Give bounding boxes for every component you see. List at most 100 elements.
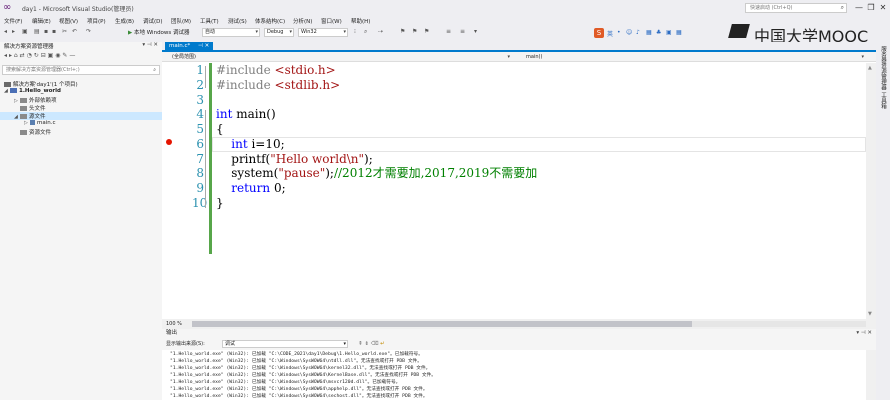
- start-debugging-button[interactable]: ▶ 本地 Windows 调试器: [128, 28, 190, 36]
- menu-analyze[interactable]: 分析(N): [293, 17, 312, 25]
- output-tools: ⇞ ⇟ ⌫ ↵: [358, 339, 385, 349]
- scope-dropdown[interactable]: (全局范围) ▾: [162, 53, 512, 61]
- menu-help[interactable]: 帮助(H): [351, 17, 370, 25]
- redo-icon[interactable]: ↷: [86, 28, 91, 35]
- run-mode-dropdown[interactable]: 自动 ▾: [202, 28, 260, 37]
- line-number: 2: [196, 78, 204, 92]
- tree-item-project[interactable]: ◢ 1.Hello_world: [4, 88, 61, 96]
- code-line[interactable]: {: [216, 122, 224, 137]
- chinese-mode-icon[interactable]: 英: [607, 29, 613, 38]
- step-icon[interactable]: ⇢: [378, 28, 383, 35]
- pin-icon[interactable]: ⊣: [198, 43, 203, 49]
- emoji-icon[interactable]: ☺: [626, 29, 632, 36]
- output-title: 输出: [166, 330, 178, 336]
- toolbox-tab[interactable]: 工具箱: [879, 92, 887, 109]
- code-line[interactable]: #include <stdlib.h>: [216, 78, 340, 93]
- close-button[interactable]: ✕: [876, 2, 890, 13]
- skin-icon[interactable]: ♣: [656, 29, 661, 36]
- attach-icon[interactable]: ⁝: [354, 28, 356, 35]
- comment-icon[interactable]: ≡: [446, 28, 451, 35]
- voice-icon[interactable]: ♪: [636, 29, 640, 36]
- output-text[interactable]: "1.Hello_world.exe" (Win32): 已加载 "C:\COD…: [162, 350, 866, 400]
- clear-icon[interactable]: ⌫: [371, 341, 379, 347]
- code-line[interactable]: return 0;: [216, 181, 285, 196]
- scroll-up-icon[interactable]: ▲: [868, 65, 872, 71]
- function-dropdown[interactable]: main() ▾: [516, 53, 866, 61]
- editor-horizontal-scrollbar[interactable]: [192, 321, 866, 327]
- output-vertical-scrollbar[interactable]: [866, 350, 876, 400]
- pin-icon[interactable]: ▾ ⊣ ✕: [856, 329, 872, 338]
- wrench-icon[interactable]: ✎: [62, 52, 67, 59]
- code-line[interactable]: printf("Hello world\n");: [216, 152, 373, 167]
- bookmark-icon[interactable]: ⚑: [400, 28, 405, 35]
- navigation-bar: (全局范围) ▾ main() ▾: [162, 52, 876, 62]
- tab-main-c[interactable]: main.c* ⊣ ✕: [165, 42, 214, 51]
- configuration-dropdown[interactable]: Debug ▾: [264, 28, 294, 37]
- breakpoint-icon[interactable]: [166, 139, 172, 145]
- code-line[interactable]: int main(): [216, 107, 276, 122]
- tree-item-source-files[interactable]: ◢ 源文件: [0, 112, 162, 120]
- menu-architecture[interactable]: 体系结构(C): [255, 17, 285, 25]
- menu-test[interactable]: 测试(S): [228, 17, 247, 25]
- back-icon[interactable]: ◂: [4, 28, 7, 35]
- preview-icon[interactable]: ◉: [55, 52, 60, 59]
- forward-icon[interactable]: ▸: [12, 28, 15, 35]
- menu-team[interactable]: 团队(M): [171, 17, 191, 25]
- copy-icon[interactable]: ▣: [48, 52, 54, 59]
- undo-icon[interactable]: ↶: [72, 28, 77, 35]
- solution-search-input[interactable]: 搜索解决方案资源管理器(Ctrl+;) ⌕: [2, 65, 160, 75]
- punctuation-icon[interactable]: •: [617, 29, 621, 36]
- menu-grid-icon[interactable]: ▦: [676, 29, 682, 36]
- platform-dropdown[interactable]: Win32 ▾: [298, 28, 348, 37]
- forward-icon[interactable]: ▸: [9, 52, 12, 59]
- menu-window[interactable]: 窗口(W): [321, 17, 342, 25]
- save-all-icon[interactable]: ▪: [52, 28, 56, 35]
- cut-icon[interactable]: ✂: [62, 28, 67, 35]
- close-icon[interactable]: ✕: [205, 43, 210, 49]
- code-line[interactable]: }: [216, 196, 224, 211]
- menu-build[interactable]: 生成(B): [115, 17, 134, 25]
- scroll-down-icon[interactable]: ▼: [868, 311, 872, 317]
- tree-item-resource-files[interactable]: 资源文件: [20, 128, 51, 136]
- properties-icon[interactable]: —: [69, 52, 75, 59]
- more-icon[interactable]: ▾: [474, 28, 477, 35]
- back-icon[interactable]: ◂: [4, 52, 7, 59]
- tree-item-header-files[interactable]: 头文件: [20, 104, 46, 112]
- new-project-icon[interactable]: ▣: [22, 28, 28, 35]
- code-line[interactable]: int i=10;: [216, 137, 284, 152]
- scroll-thumb[interactable]: [192, 321, 692, 327]
- pin-icon[interactable]: ▾ ⊣ ✕: [142, 42, 158, 48]
- previous-message-icon[interactable]: ⇞: [358, 341, 363, 347]
- editor-vertical-scrollbar[interactable]: ▲ ▼: [866, 63, 876, 319]
- toolbox-icon[interactable]: ▣: [666, 29, 672, 36]
- tree-item-main-c[interactable]: ▷ main.c: [24, 120, 56, 128]
- menu-project[interactable]: 项目(P): [87, 17, 106, 25]
- output-line: "1.Hello_world.exe" (Win32): 已加载 "C:\COD…: [170, 352, 423, 357]
- code-line[interactable]: #include <stdio.h>: [216, 63, 336, 78]
- refresh-icon[interactable]: ↻: [34, 52, 39, 59]
- open-file-icon[interactable]: ▤: [34, 28, 40, 35]
- tree-item-solution[interactable]: 解决方案'day1'(1 个项目): [4, 80, 78, 88]
- tree-item-external-dependencies[interactable]: ▷ 外部依赖项: [14, 96, 57, 104]
- home-icon[interactable]: ⌂: [14, 52, 18, 59]
- bookmark-next-icon[interactable]: ⚑: [424, 28, 429, 35]
- menu-debug[interactable]: 调试(D): [143, 17, 163, 25]
- pending-changes-icon[interactable]: ◔: [27, 52, 32, 59]
- save-icon[interactable]: ▪: [44, 28, 48, 35]
- bookmark-prev-icon[interactable]: ⚑: [412, 28, 417, 35]
- menu-tools[interactable]: 工具(T): [200, 17, 219, 25]
- sync-icon[interactable]: ⇄: [20, 52, 25, 59]
- code-line[interactable]: system("pause");//2012才需要加,2017,2019不需要加: [216, 166, 537, 181]
- menu-view[interactable]: 视图(V): [59, 17, 78, 25]
- menu-file[interactable]: 文件(F): [4, 17, 22, 25]
- collapse-all-icon[interactable]: ⊟: [41, 52, 46, 59]
- server-explorer-tab[interactable]: 服务器资源管理器: [879, 46, 887, 90]
- word-wrap-icon[interactable]: ↵: [380, 341, 385, 347]
- quick-launch-input[interactable]: 快速启动 (Ctrl+Q) ⌕: [745, 3, 847, 13]
- next-message-icon[interactable]: ⇟: [364, 341, 369, 347]
- menu-edit[interactable]: 编辑(E): [32, 17, 51, 25]
- find-icon[interactable]: ⌕: [364, 28, 367, 36]
- keyboard-icon[interactable]: ▦: [646, 29, 652, 36]
- uncomment-icon[interactable]: ≡: [460, 28, 465, 35]
- output-source-dropdown[interactable]: 调试 ▾: [222, 340, 348, 348]
